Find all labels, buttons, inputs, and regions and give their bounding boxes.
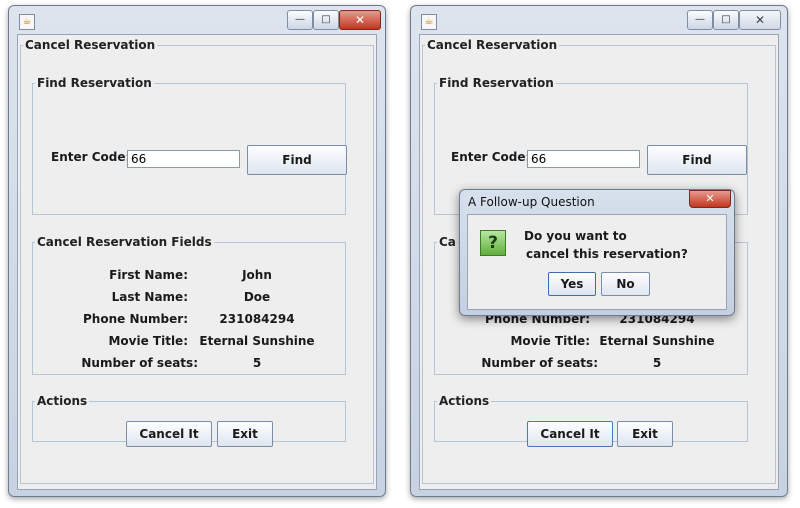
last-name-label: Last Name: [111, 290, 188, 304]
left-client-area: Cancel Reservation Find Reservation Ente… [17, 34, 377, 490]
dialog-message-line-1: Do you want to [524, 229, 627, 243]
phone-number-label: Phone Number: [83, 312, 188, 326]
close-icon[interactable]: ✕ [689, 190, 731, 208]
code-input[interactable] [127, 150, 240, 168]
right-titlebar[interactable]: ☕ — □ ✕ [411, 6, 787, 32]
panel-title: Cancel Reservation [25, 38, 156, 52]
left-window: ☕ — □ ✕ Cancel Reservation Find Reservat… [8, 5, 386, 497]
dialog-message-line-2: cancel this reservation? [526, 247, 688, 261]
seats-label: Number of seats: [481, 356, 598, 370]
dialog-title: A Follow-up Question [468, 195, 595, 209]
enter-code-label: Enter Code: [451, 150, 531, 164]
reservation-fields-group: Cancel Reservation Fields [32, 235, 346, 375]
group-title: Find Reservation [37, 76, 152, 90]
seats-value: 5 [652, 356, 662, 370]
exit-button[interactable]: Exit [617, 421, 673, 447]
movie-title-value: Eternal Sunshine [199, 334, 315, 348]
last-name-value: Doe [243, 290, 271, 304]
no-button[interactable]: No [601, 272, 650, 296]
find-button[interactable]: Find [647, 145, 747, 175]
follow-up-dialog: A Follow-up Question ✕ ? Do you want to … [459, 189, 735, 316]
java-app-icon: ☕ [19, 14, 35, 30]
group-title: Actions [439, 394, 490, 408]
seats-value: 5 [252, 356, 262, 370]
exit-button[interactable]: Exit [217, 421, 273, 447]
maximize-icon[interactable]: □ [313, 10, 339, 30]
yes-button[interactable]: Yes [548, 272, 596, 296]
dialog-body: ? Do you want to cancel this reservation… [467, 214, 727, 310]
cancel-it-button[interactable]: Cancel It [126, 421, 212, 447]
first-name-value: John [242, 268, 272, 282]
movie-title-value: Eternal Sunshine [599, 334, 715, 348]
cancel-it-button[interactable]: Cancel It [527, 421, 613, 447]
group-title: Cancel Reservation Fields [37, 235, 212, 249]
left-titlebar[interactable]: ☕ — □ ✕ [9, 6, 385, 32]
phone-number-value: 231084294 [219, 312, 295, 326]
minimize-icon[interactable]: — [687, 10, 713, 30]
close-icon[interactable]: ✕ [739, 10, 781, 30]
minimize-icon[interactable]: — [287, 10, 313, 30]
panel-title: Cancel Reservation [427, 38, 558, 52]
maximize-icon[interactable]: □ [713, 10, 739, 30]
question-icon: ? [480, 230, 506, 256]
group-title: Ca [439, 235, 456, 249]
code-input[interactable] [527, 150, 640, 168]
movie-title-label: Movie Title: [510, 334, 590, 348]
seats-label: Number of seats: [81, 356, 198, 370]
close-icon[interactable]: ✕ [339, 10, 381, 30]
movie-title-label: Movie Title: [108, 334, 188, 348]
enter-code-label: Enter Code: [51, 150, 131, 164]
java-app-icon: ☕ [421, 14, 437, 30]
find-button[interactable]: Find [247, 145, 347, 175]
group-title: Actions [37, 394, 88, 408]
group-title: Find Reservation [439, 76, 554, 90]
first-name-label: First Name: [109, 268, 188, 282]
